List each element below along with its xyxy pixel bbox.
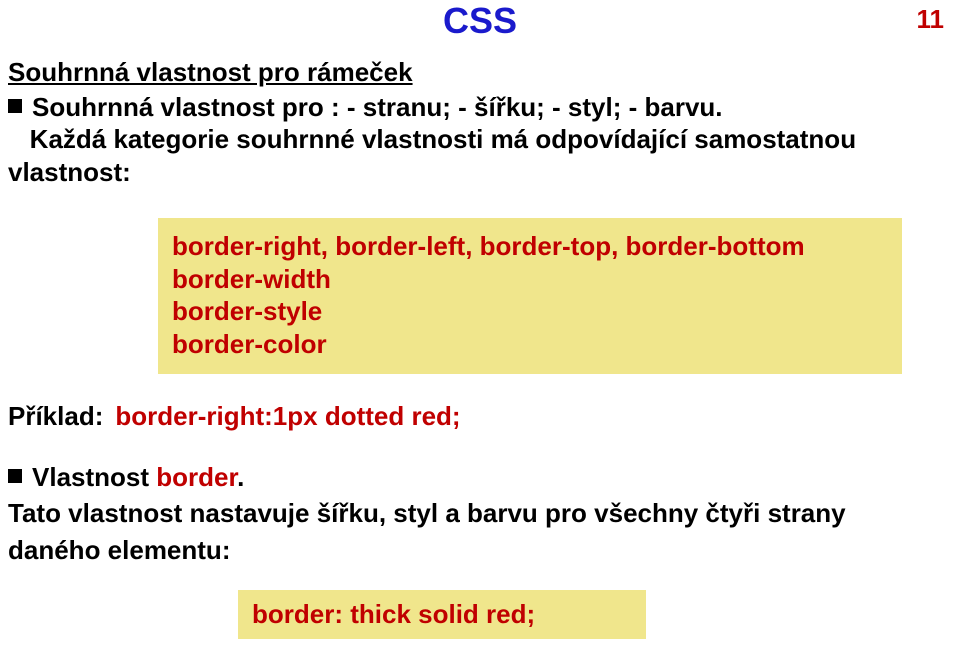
slide-title: CSS xyxy=(0,0,960,42)
bullet-2-desc2: daného elementu: xyxy=(8,534,952,567)
example-line: Příklad: border-right:1px dotted red; xyxy=(8,400,952,433)
slide-content: Souhrnná vlastnost pro rámeček Souhrnná … xyxy=(8,56,952,639)
code-line: border-width xyxy=(172,263,888,296)
bullet-square-icon xyxy=(8,469,22,483)
bullet-2-prefix: Vlastnost xyxy=(32,462,156,492)
page-number: 11 xyxy=(917,4,945,35)
code-box-1: border-right, border-left, border-top, b… xyxy=(158,218,902,374)
slide: CSS 11 Souhrnná vlastnost pro rámeček So… xyxy=(0,0,960,653)
bullet-2-suffix: . xyxy=(237,462,244,492)
bullet-square-icon xyxy=(8,99,22,113)
code-line: border-right, border-left, border-top, b… xyxy=(172,230,888,263)
code-line: border-color xyxy=(172,328,888,361)
bullet-2: Vlastnost border. xyxy=(8,461,952,494)
code-line: border-style xyxy=(172,295,888,328)
example-label: Příklad: xyxy=(8,401,103,431)
example-code: border-right:1px dotted red; xyxy=(115,401,460,431)
bullet-2-desc1: Tato vlastnost nastavuje šířku, styl a b… xyxy=(8,497,952,530)
bullet-1-text: Souhrnná vlastnost pro : - stranu; - šíř… xyxy=(32,92,723,122)
code-box-2: border: thick solid red; xyxy=(238,590,646,639)
bullet-1: Souhrnná vlastnost pro : - stranu; - šíř… xyxy=(8,91,952,124)
section-heading: Souhrnná vlastnost pro rámeček xyxy=(8,56,952,89)
bullet-2-keyword: border xyxy=(156,462,237,492)
bullet-1-cont1: Každá kategorie souhrnné vlastnosti má o… xyxy=(8,123,952,156)
code-line: border: thick solid red; xyxy=(252,598,632,631)
bullet-1-cont2: vlastnost: xyxy=(8,156,952,189)
